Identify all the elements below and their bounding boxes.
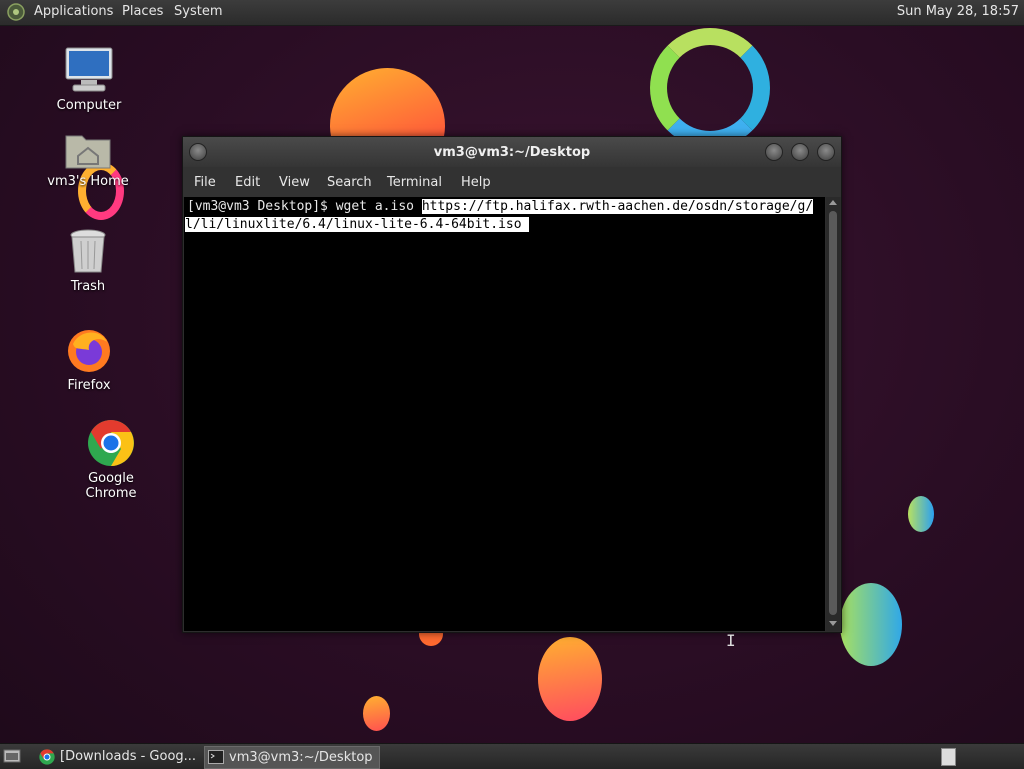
- clock[interactable]: Sun May 28, 18:57: [897, 4, 1019, 19]
- desktop-icon-firefox[interactable]: Firefox: [39, 326, 139, 393]
- scroll-thumb[interactable]: [829, 211, 837, 615]
- task-label: [Downloads - Goog...: [60, 749, 197, 764]
- close-button[interactable]: [817, 143, 835, 161]
- terminal-menubar: File Edit View Search Terminal Help: [183, 167, 841, 197]
- top-panel: Applications Places System Sun May 28, 1…: [0, 0, 1024, 26]
- menu-view[interactable]: View: [279, 175, 310, 190]
- desktop-icon-home[interactable]: vm3's Home: [38, 130, 138, 189]
- desktop-icon-label: vm3's Home: [47, 174, 129, 189]
- menu-applications[interactable]: Applications: [34, 4, 113, 19]
- desktop-icon-chrome[interactable]: Google Chrome: [61, 419, 161, 501]
- menu-search[interactable]: Search: [327, 175, 372, 190]
- home-folder-icon: [65, 135, 111, 169]
- window-titlebar[interactable]: vm3@vm3:~/Desktop: [183, 137, 841, 167]
- selected-text[interactable]: l/li/linuxlite/6.4/linux-lite-6.4-64bit.…: [185, 217, 530, 232]
- terminal-icon: [208, 750, 224, 764]
- selected-text[interactable]: https://ftp.halifax.rwth-aachen.de/osdn/…: [421, 199, 814, 214]
- task-label: vm3@vm3:~/Desktop: [229, 750, 373, 765]
- scroll-up-icon[interactable]: [829, 200, 837, 205]
- trash-icon: [70, 229, 106, 273]
- menu-file[interactable]: File: [194, 175, 216, 190]
- menu-edit[interactable]: Edit: [235, 175, 260, 190]
- menu-places[interactable]: Places: [122, 4, 163, 19]
- minimize-button[interactable]: [765, 143, 783, 161]
- bottom-panel: [Downloads - Goog... vm3@vm3:~/Desktop: [0, 743, 1024, 769]
- menu-terminal[interactable]: Terminal: [387, 175, 442, 190]
- workspace-switcher[interactable]: [941, 748, 956, 766]
- system-logo-icon[interactable]: [7, 3, 25, 21]
- chrome-icon: [88, 420, 134, 466]
- scrollbar[interactable]: [826, 197, 840, 631]
- window-title: vm3@vm3:~/Desktop: [433, 145, 591, 160]
- chrome-icon: [39, 749, 55, 765]
- menu-system[interactable]: System: [174, 4, 222, 19]
- menu-help[interactable]: Help: [461, 175, 491, 190]
- taskbar-task-chrome[interactable]: [Downloads - Goog...: [36, 746, 202, 767]
- show-desktop-icon[interactable]: [3, 748, 21, 764]
- desktop-icon-trash[interactable]: Trash: [38, 229, 138, 294]
- scroll-down-icon[interactable]: [829, 621, 837, 626]
- desktop-icon-label: Computer: [56, 98, 122, 113]
- firefox-icon: [68, 330, 110, 372]
- text-cursor-icon: I: [726, 631, 736, 650]
- terminal-prompt: [vm3@vm3 Desktop]$ wget a.iso: [187, 199, 422, 214]
- maximize-button[interactable]: [791, 143, 809, 161]
- terminal-output[interactable]: [vm3@vm3 Desktop]$ wget a.iso https://ft…: [184, 197, 825, 650]
- desktop-icon-computer[interactable]: Computer: [39, 46, 139, 113]
- desktop-icon-label: Trash: [70, 279, 106, 294]
- terminal-window: vm3@vm3:~/Desktop File Edit View Search …: [182, 136, 842, 650]
- desktop-icon-label: Firefox: [67, 378, 111, 393]
- computer-icon: [65, 47, 113, 92]
- taskbar-task-terminal[interactable]: vm3@vm3:~/Desktop: [204, 746, 380, 769]
- desktop-icon-label: Google Chrome: [85, 471, 137, 501]
